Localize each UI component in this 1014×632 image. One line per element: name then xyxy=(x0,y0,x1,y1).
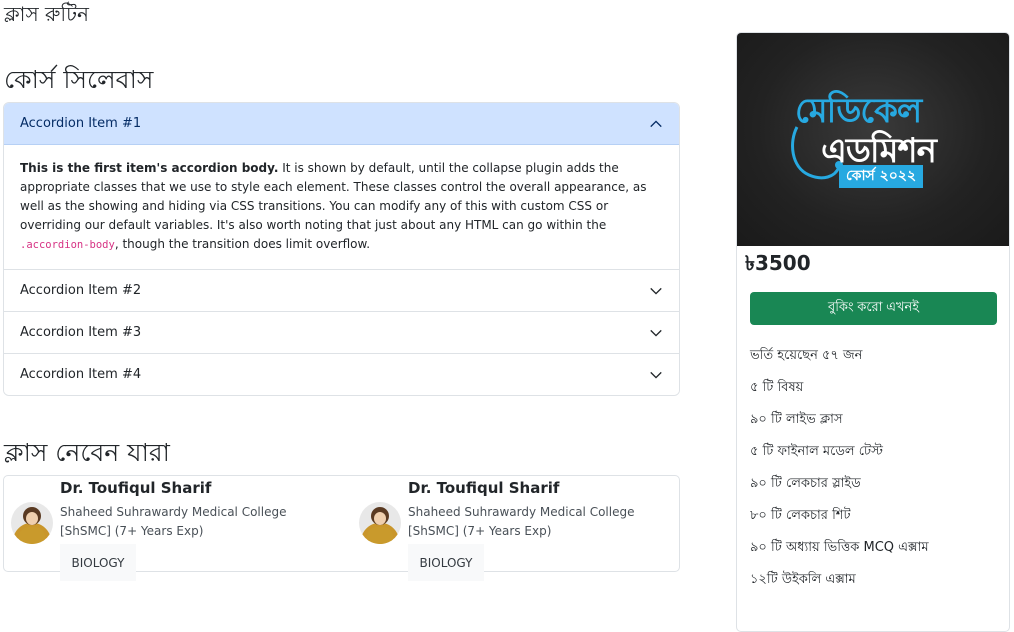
chevron-down-icon xyxy=(650,329,662,337)
banner-tag: কোর্স ২০২২ xyxy=(839,165,924,188)
accordion-item-1-body: This is the first item's accordion body.… xyxy=(4,145,679,269)
instructors-panel: Dr. Toufiqul Sharif Shaheed Suhrawardy M… xyxy=(3,475,682,581)
syllabus-heading: কোর্স সিলেবাস xyxy=(4,65,154,94)
feature-item: ৯০ টি লাইভ ক্লাস xyxy=(750,412,843,427)
book-now-button[interactable]: বুকিং করো এখনই xyxy=(750,292,997,325)
feature-item: ৮০ টি লেকচার শিট xyxy=(750,508,851,523)
subject-badge: BIOLOGY xyxy=(408,544,484,581)
accordion-item-3-header[interactable]: Accordion Item #3 xyxy=(4,311,679,353)
course-price: ৳3500 xyxy=(745,251,811,275)
accordion-item-1-header[interactable]: Accordion Item #1 xyxy=(4,103,679,145)
syllabus-accordion: Accordion Item #1 This is the first item… xyxy=(3,102,680,396)
instructor-college: Shaheed Suhrawardy Medical College [ShSM… xyxy=(408,505,635,538)
accordion-item-label: Accordion Item #3 xyxy=(20,325,142,340)
accordion-item-label: Accordion Item #4 xyxy=(20,367,142,382)
accordion-item-4-header[interactable]: Accordion Item #4 xyxy=(4,353,679,395)
instructor-card[interactable]: Dr. Toufiqul Sharif Shaheed Suhrawardy M… xyxy=(352,476,682,581)
feature-item: ৯০ টি অধ্যায় ভিত্তিক MCQ এক্সাম xyxy=(750,540,929,555)
course-banner: মেডিকেল এডমিশন কোর্স ২০২২ xyxy=(737,33,1009,246)
feature-item: ৯০ টি লেকচার স্লাইড xyxy=(750,476,861,491)
avatar xyxy=(359,502,401,544)
avatar xyxy=(11,502,53,544)
feature-item: ভর্তি হয়েছেন ৫৭ জন xyxy=(750,348,863,363)
accordion-item-label: Accordion Item #2 xyxy=(20,283,142,298)
chevron-down-icon xyxy=(650,371,662,379)
accordion-body-code: .accordion-body xyxy=(20,239,115,251)
accordion-body-text-end: , though the transition does limit overf… xyxy=(114,237,371,251)
class-routine-heading: ক্লাস রুটিন xyxy=(4,2,89,26)
accordion-item-label: Accordion Item #1 xyxy=(20,116,142,131)
chevron-up-icon xyxy=(650,119,662,127)
instructor-card[interactable]: Dr. Toufiqul Sharif Shaheed Suhrawardy M… xyxy=(4,476,334,581)
instructor-name: Dr. Toufiqul Sharif xyxy=(408,479,560,497)
subject-badge: BIOLOGY xyxy=(60,544,136,581)
chevron-down-icon xyxy=(650,287,662,295)
course-card: মেডিকেল এডমিশন কোর্স ২০২২ ৳3500 বুকিং কর… xyxy=(736,32,1010,632)
feature-item: ৫ টি ফাইনাল মডেল টেস্ট xyxy=(750,444,883,459)
instructors-heading: ক্লাস নেবেন যারা xyxy=(4,438,170,467)
accordion-item-2-header[interactable]: Accordion Item #2 xyxy=(4,269,679,311)
feature-item: ৫ টি বিষয় xyxy=(750,380,804,395)
feature-item: ১২টি উইকলি এক্সাম xyxy=(750,572,856,587)
instructor-name: Dr. Toufiqul Sharif xyxy=(60,479,212,497)
accordion-body-lead: This is the first item's accordion body. xyxy=(20,161,279,175)
instructor-college: Shaheed Suhrawardy Medical College [ShSM… xyxy=(60,505,287,538)
course-features: ভর্তি হয়েছেন ৫৭ জন ৫ টি বিষয় ৯০ টি লাই… xyxy=(750,346,929,602)
